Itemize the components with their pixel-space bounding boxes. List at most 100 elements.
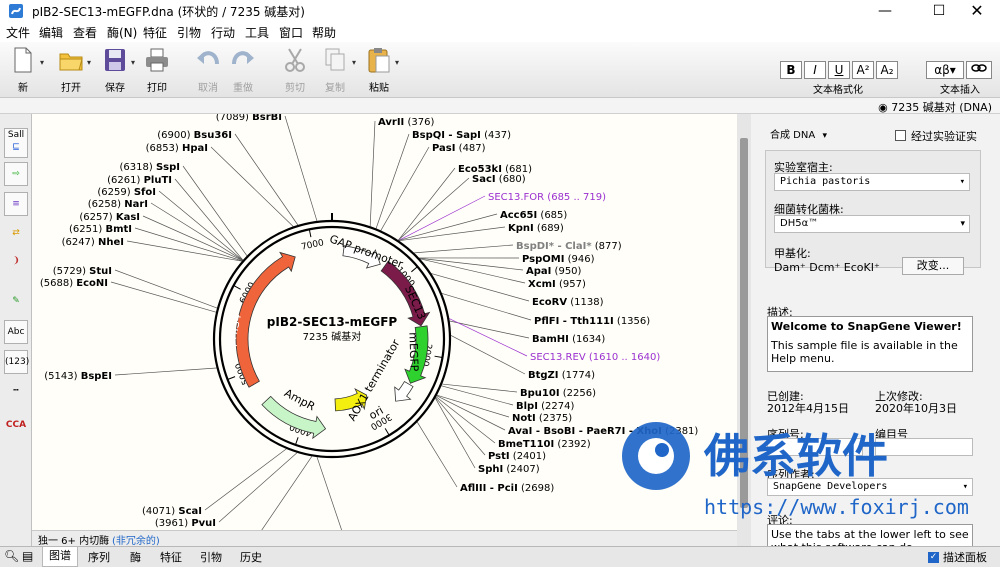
description-panel-checkbox[interactable]: ✓	[928, 552, 939, 563]
insert-link-button[interactable]	[966, 61, 992, 79]
description-textbox[interactable]: Welcome to SnapGene Viewer! This sample …	[767, 316, 973, 372]
layout-toggle-icon[interactable]: ▤	[22, 549, 33, 563]
menu-actions[interactable]: 行动	[211, 24, 235, 41]
tick-mark	[384, 428, 390, 436]
save-button[interactable]: 保存	[100, 46, 130, 94]
leader-line	[182, 165, 248, 256]
number-tool[interactable]: (123)	[4, 350, 29, 374]
cut-button[interactable]: 剪切	[280, 46, 310, 94]
translation-tool[interactable]: CCA	[4, 414, 28, 438]
paste-dropdown-icon[interactable]: ▾	[395, 58, 399, 67]
leader-line	[419, 257, 524, 271]
site-position: (6257)	[79, 212, 115, 223]
site-name: XcmI	[528, 279, 556, 290]
site-position: (946)	[564, 254, 594, 265]
menu-view[interactable]: 查看	[73, 24, 97, 41]
italic-button[interactable]: I	[804, 61, 826, 79]
site-label-right: ApaI (950)	[526, 266, 582, 277]
arc-tool[interactable]: ❩	[4, 250, 28, 274]
author-select[interactable]: SnapGene Developers ▾	[767, 478, 973, 496]
molecule-type-select[interactable]: 合成 DNA ▾	[765, 128, 831, 146]
lab-host-select[interactable]: Pichia pastoris ▾	[774, 173, 970, 191]
menu-features[interactable]: 特征	[143, 24, 167, 41]
site-label-right: NotI (2375)	[512, 413, 572, 424]
tab-sequence[interactable]: 序列	[88, 549, 110, 565]
redo-button[interactable]: 重做	[228, 46, 258, 94]
menu-file[interactable]: 文件	[6, 24, 30, 41]
tab-history[interactable]: 历史	[240, 549, 262, 565]
leader-line	[110, 281, 217, 313]
site-position: (950)	[551, 266, 581, 277]
tab-enzymes[interactable]: 酶	[130, 549, 141, 565]
tab-primers[interactable]: 引物	[200, 549, 222, 565]
site-name: Bpu10I	[520, 388, 560, 399]
copy-button[interactable]: 复制	[320, 46, 350, 94]
menu-window[interactable]: 窗口	[279, 24, 303, 41]
menu-edit[interactable]: 编辑	[39, 24, 63, 41]
close-button[interactable]: ✕	[954, 0, 1000, 22]
plasmid-map-canvas[interactable]: 1000200030004000500060007000 GAP promote…	[32, 114, 737, 530]
change-methylation-button[interactable]: 改变...	[902, 257, 964, 275]
tab-map[interactable]: 图谱	[42, 547, 78, 567]
comments-textbox[interactable]: Use the tabs at the lower left to see wh…	[767, 524, 973, 546]
bold-button[interactable]: B	[780, 61, 802, 79]
accession-field[interactable]	[767, 438, 863, 456]
superscript-button[interactable]: A²	[852, 61, 874, 79]
enzyme-set-tool[interactable]: Sall ⊑	[4, 128, 28, 158]
site-label-left: (5729) StuI	[53, 266, 112, 277]
undo-button[interactable]: 取消	[193, 46, 223, 94]
leader-line	[434, 397, 476, 469]
menu-enzymes[interactable]: 酶(N)	[107, 24, 137, 41]
copy-dropdown-icon[interactable]: ▾	[352, 58, 356, 67]
underline-button[interactable]: U	[828, 61, 850, 79]
leader-line	[316, 456, 342, 530]
nonredundant-link[interactable]: (非冗余的)	[112, 532, 160, 547]
ruler-tool[interactable]: ┅	[4, 380, 28, 404]
open-button[interactable]: 打开	[56, 46, 86, 94]
created-date: 2012年4月15日	[767, 402, 849, 415]
new-dropdown-icon[interactable]: ▾	[40, 58, 44, 67]
tab-features[interactable]: 特征	[160, 549, 182, 565]
zoom-icon[interactable]: 🔍︎	[4, 549, 19, 563]
menu-primers[interactable]: 引物	[177, 24, 201, 41]
leader-line	[398, 195, 486, 241]
tick-mark	[411, 266, 418, 273]
redo-icon	[232, 51, 254, 65]
menu-tools[interactable]: 工具	[245, 24, 269, 41]
feature-arrow-tool[interactable]: ⇨	[4, 162, 28, 186]
open-dropdown-icon[interactable]: ▾	[87, 58, 91, 67]
printer-icon	[146, 48, 168, 72]
verified-checkbox[interactable]	[895, 130, 906, 141]
insert-symbol-button[interactable]: αβ▾	[926, 61, 964, 79]
site-position: (957)	[556, 279, 586, 290]
site-name: NotI	[512, 413, 536, 424]
save-dropdown-icon[interactable]: ▾	[131, 58, 135, 67]
site-name: BlpI	[516, 401, 538, 412]
pen-tool[interactable]: ✎	[4, 290, 28, 314]
primer-tool[interactable]: ⇄	[4, 222, 28, 246]
leader-line	[380, 146, 430, 231]
subscript-button[interactable]: A₂	[876, 61, 898, 79]
site-position: (2256)	[560, 388, 597, 399]
host-box: 实验室宿主: Pichia pastoris ▾ 细菌转化菌株: DH5α™ ▾ 甲…	[765, 150, 981, 275]
site-label-right: AvrII (376)	[378, 117, 434, 128]
enzyme-cut-icon: ⊑	[12, 142, 20, 152]
site-label-left: (7089) BsrBI	[216, 114, 282, 123]
orf-tool[interactable]: ≡	[4, 192, 28, 216]
enzyme-filter-label[interactable]: 独一 6+ 内切酶	[38, 532, 109, 547]
description-panel: 合成 DNA ▾ 经过实验证实 实验室宿主: Pichia pastoris ▾ 细…	[751, 114, 1000, 546]
paste-button[interactable]: 粘贴	[364, 46, 394, 94]
bacterial-strain-select[interactable]: DH5α™ ▾	[774, 215, 970, 233]
menu-help[interactable]: 帮助	[312, 24, 336, 41]
site-label-left: (6259) SfoI	[97, 187, 156, 198]
toolbar: 新 ▾ 打开 ▾ 保存 ▾ 打印 取消 重做 剪切 复制 ▾ 粘贴 ▾ B I …	[0, 42, 1000, 98]
catalog-field[interactable]	[875, 438, 973, 456]
text-label-tool[interactable]: Abc	[4, 320, 28, 344]
map-vertical-scrollbar[interactable]	[737, 114, 751, 546]
site-name: KpnI	[508, 223, 534, 234]
print-button[interactable]: 打印	[142, 46, 172, 94]
site-position: (7089)	[216, 114, 252, 123]
minimize-button[interactable]: —	[862, 0, 908, 22]
new-button[interactable]: 新	[8, 46, 38, 94]
scrollbar-thumb[interactable]	[740, 138, 748, 508]
